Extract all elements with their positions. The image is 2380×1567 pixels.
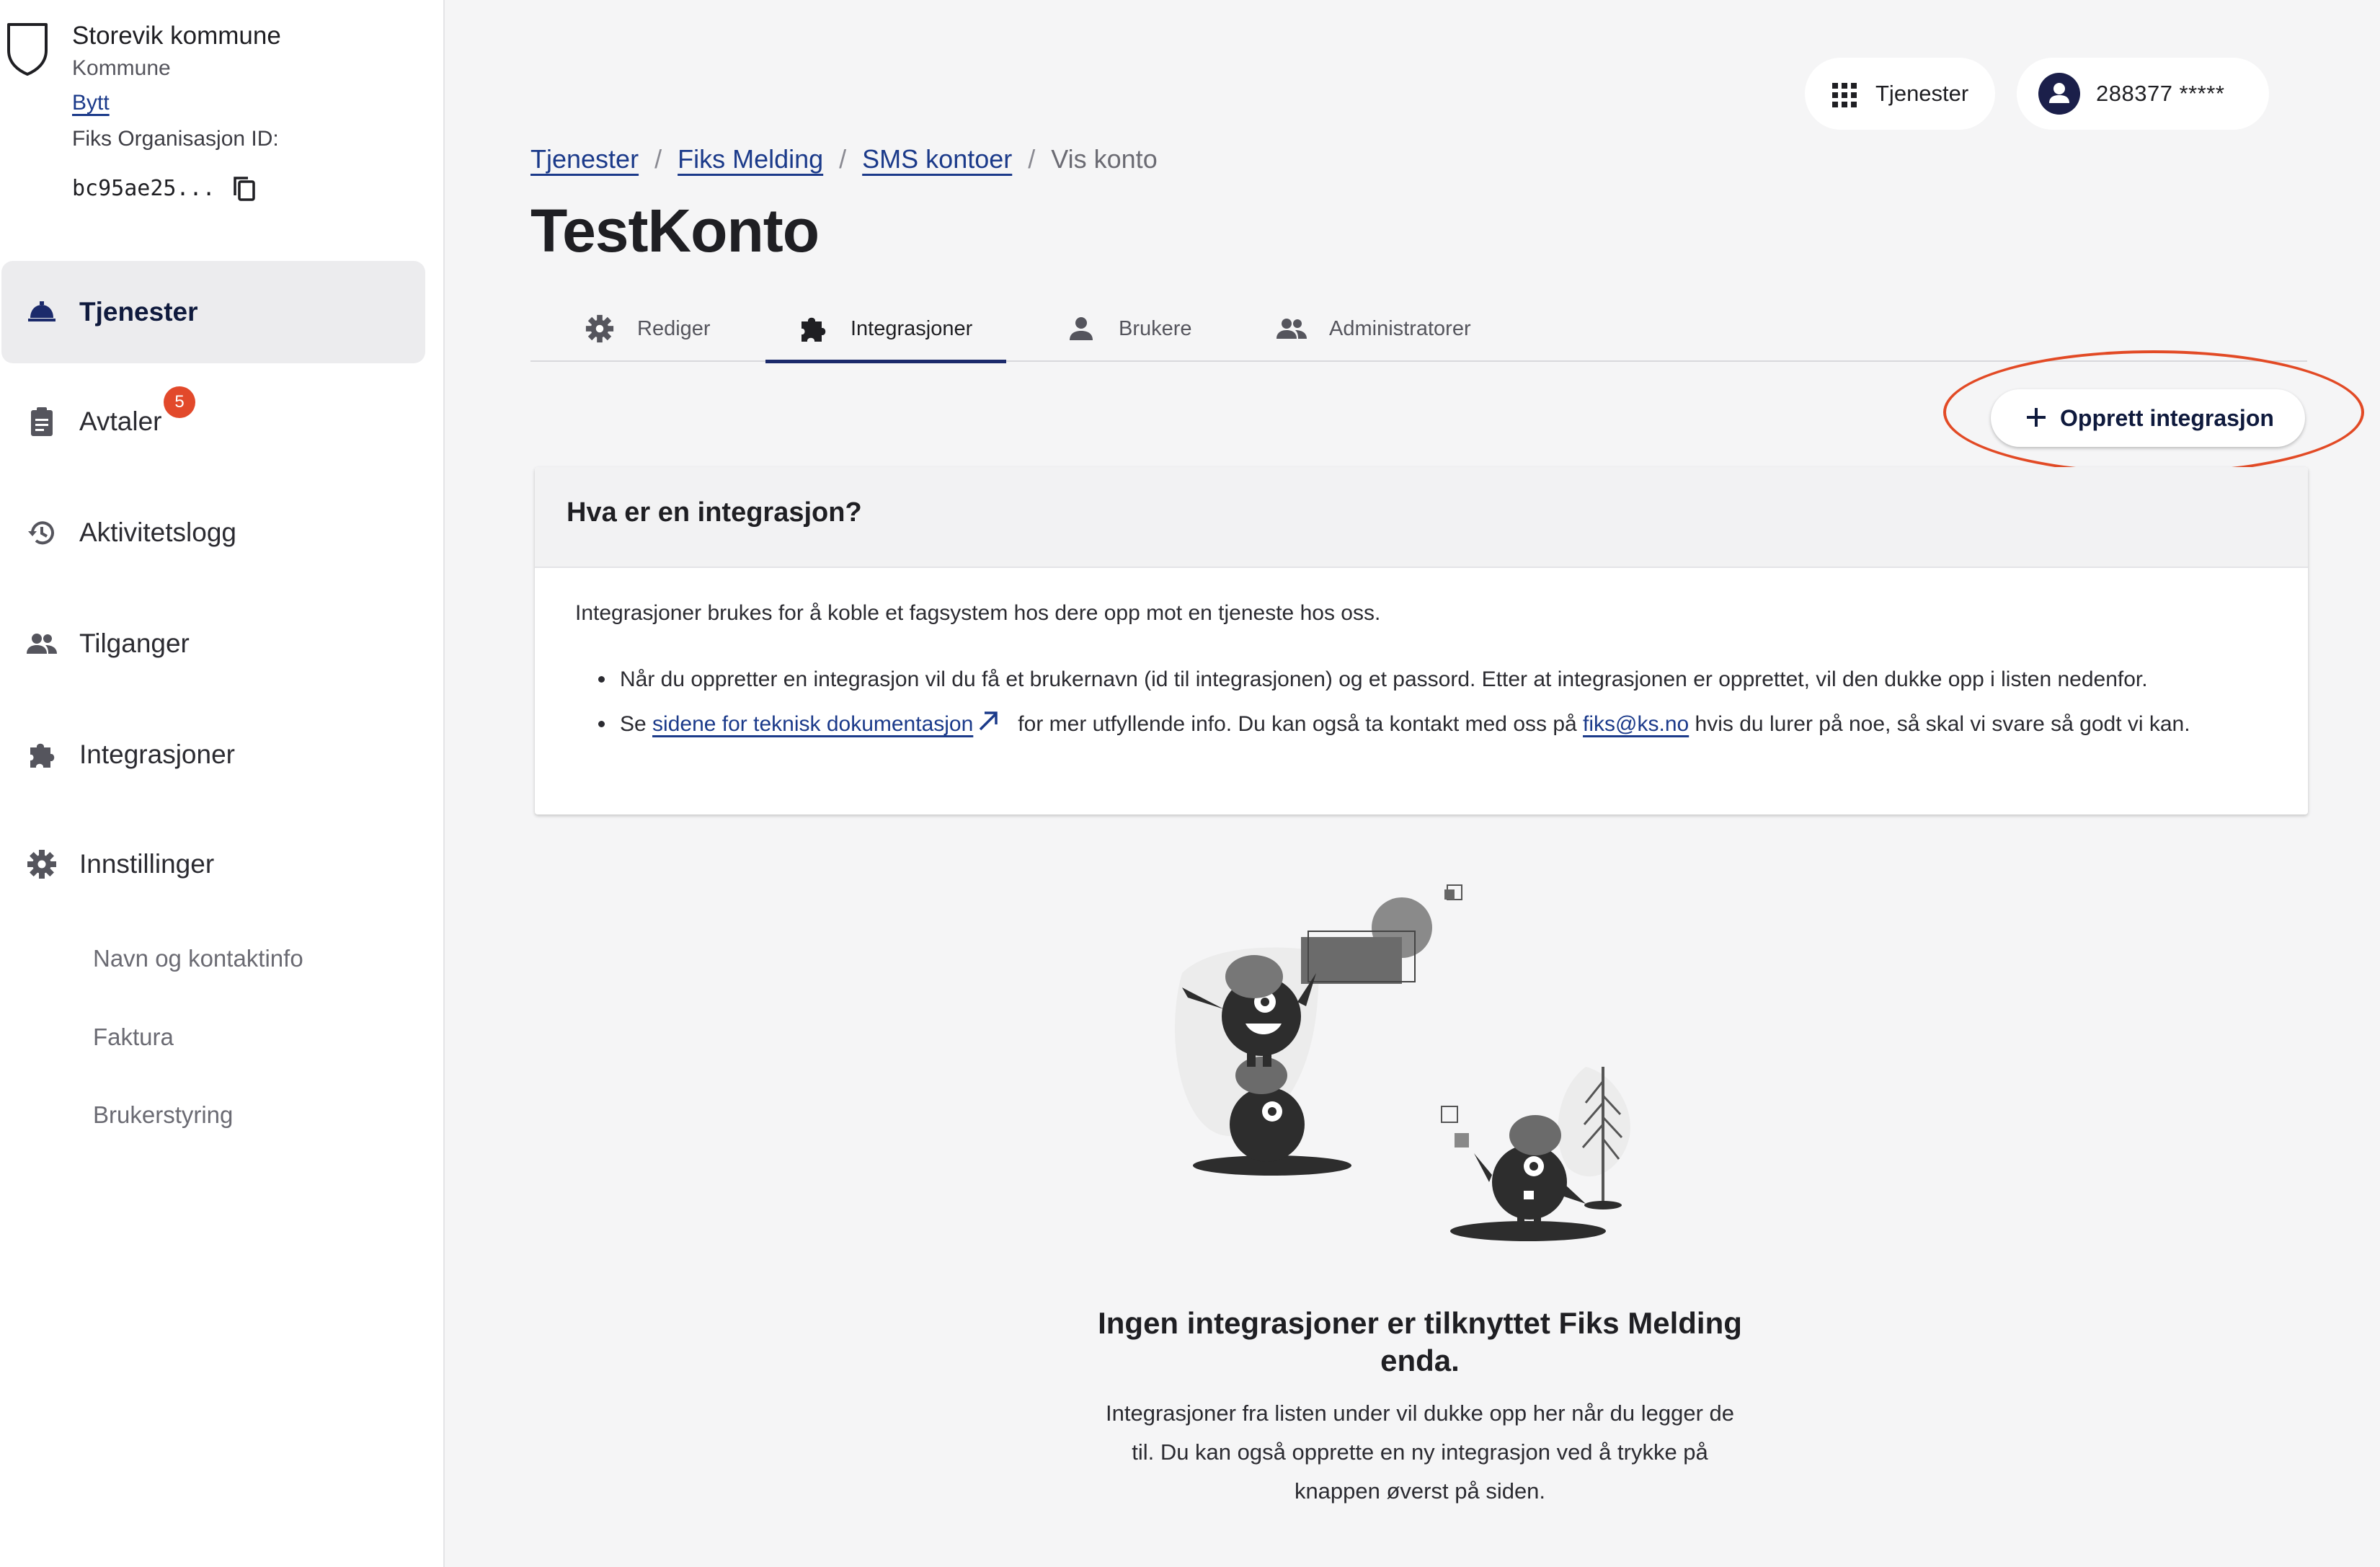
- sidebar-item-label: Tjenester: [79, 297, 198, 327]
- avatar-icon: [2038, 73, 2080, 115]
- breadcrumb-current: Vis konto: [1051, 144, 1158, 174]
- bullet-dot: [598, 676, 605, 683]
- email-link[interactable]: fiks@ks.no: [1583, 712, 1689, 736]
- breadcrumb-link-fiks-melding[interactable]: Fiks Melding: [678, 144, 823, 174]
- services-menu-button[interactable]: Tjenester: [1805, 58, 1995, 130]
- empty-state-illustration: [1175, 884, 1630, 1241]
- breadcrumb-separator: /: [1028, 144, 1036, 174]
- info-card: Hva er en integrasjon? Integrasjoner bru…: [535, 467, 2308, 814]
- sidebar-item-label: Integrasjoner: [79, 740, 235, 769]
- service-bell-icon: [26, 296, 58, 328]
- sidebar-item-tilganger[interactable]: Tilganger: [1, 592, 425, 695]
- sidebar: Storevik kommune Kommune Bytt Fiks Organ…: [0, 0, 445, 1567]
- tab-label: Integrasjoner: [851, 316, 973, 340]
- sidebar-item-label: Innstillinger: [79, 849, 215, 879]
- tab-label: Rediger: [637, 316, 711, 340]
- empty-state-text: Integrasjoner fra listen under vil dukke…: [1106, 1400, 1734, 1504]
- sidebar-item-avtaler[interactable]: Avtaler: [1, 370, 425, 473]
- sidebar-subitem-navn-og-kontaktinfo[interactable]: Navn og kontaktinfo: [93, 945, 303, 972]
- sidebar-subitem-brukerstyring[interactable]: Brukerstyring: [93, 1101, 233, 1129]
- org-name: Storevik kommune: [72, 22, 281, 50]
- copy-icon[interactable]: [232, 175, 258, 204]
- sidebar-item-label: Tilganger: [79, 629, 190, 658]
- sidebar-item-integrasjoner[interactable]: Integrasjoner: [1, 703, 425, 806]
- puzzle-icon: [797, 313, 829, 345]
- shield-icon: [7, 23, 48, 76]
- user-id-label: 288377 *****: [2096, 81, 2225, 106]
- sidebar-item-label: Avtaler: [79, 407, 162, 436]
- tech-docs-link[interactable]: sidene for teknisk dokumentasjon: [652, 712, 973, 736]
- notification-badge: 5: [164, 386, 195, 418]
- people-icon: [1276, 313, 1307, 345]
- sidebar-item-innstillinger[interactable]: Innstillinger: [1, 813, 425, 915]
- tab-label: Brukere: [1119, 316, 1192, 340]
- history-icon: [26, 517, 58, 549]
- bullet-suffix: hvis du lurer på noe, så skal vi svare s…: [1689, 712, 2190, 736]
- page-title: TestKonto: [530, 197, 820, 265]
- gear-icon: [26, 848, 58, 880]
- breadcrumb-separator: /: [839, 144, 847, 174]
- org-type: Kommune: [72, 56, 171, 80]
- tab-label: Administratorer: [1329, 316, 1471, 340]
- tab-rediger[interactable]: Rediger: [584, 296, 711, 362]
- breadcrumb-link-tjenester[interactable]: Tjenester: [530, 144, 639, 174]
- breadcrumb: Tjenester / Fiks Melding / SMS kontoer /…: [530, 144, 1158, 174]
- info-card-header: Hva er en integrasjon?: [535, 467, 2308, 568]
- sidebar-item-aktivitetslogg[interactable]: Aktivitetslogg: [1, 481, 425, 584]
- breadcrumb-separator: /: [654, 144, 662, 174]
- org-panel: Storevik kommune Kommune Bytt Fiks Organ…: [0, 0, 445, 238]
- external-link-icon[interactable]: [976, 708, 1000, 732]
- tab-administratorer[interactable]: Administratorer: [1276, 296, 1471, 362]
- breadcrumb-link-sms-kontoer[interactable]: SMS kontoer: [862, 144, 1012, 174]
- info-bullet-text: Se sidene for teknisk dokumentasjon for m…: [620, 705, 2278, 744]
- sidebar-subitem-faktura[interactable]: Faktura: [93, 1024, 174, 1051]
- puzzle-icon: [26, 739, 58, 771]
- info-card-title: Hva er en integrasjon?: [567, 497, 862, 528]
- sidebar-item-tjenester[interactable]: Tjenester: [1, 261, 425, 363]
- services-menu-label: Tjenester: [1875, 81, 1969, 106]
- tab-bar: Rediger Integrasjoner Brukere Administra…: [530, 296, 2307, 363]
- bullet-prefix: Se: [620, 712, 653, 736]
- people-icon: [26, 628, 58, 660]
- user-menu-button[interactable]: 288377 *****: [2017, 58, 2269, 130]
- clipboard-icon: [26, 406, 58, 438]
- bullet-middle: for mer utfyllende info. Du kan også ta …: [1018, 712, 1584, 736]
- org-switch-link[interactable]: Bytt: [72, 91, 110, 115]
- create-integration-label: Opprett integrasjon: [2060, 404, 2274, 431]
- info-card-intro: Integrasjoner brukes for å koble et fags…: [575, 601, 1381, 625]
- info-bullet-text: Når du oppretter en integrasjon vil du f…: [620, 667, 2148, 691]
- tab-brukere[interactable]: Brukere: [1065, 296, 1192, 362]
- app-grid-icon: [1832, 83, 1857, 107]
- org-id-label: Fiks Organisasjon ID:: [72, 127, 279, 151]
- empty-state-title: Ingen integrasjoner er tilknyttet Fiks M…: [1098, 1306, 1742, 1377]
- org-id-value: bc95ae25...: [72, 176, 216, 201]
- create-integration-button[interactable]: Opprett integrasjon: [1991, 389, 2305, 447]
- sidebar-item-label: Aktivitetslogg: [79, 518, 236, 547]
- bullet-dot: [598, 721, 605, 727]
- person-icon: [1065, 313, 1097, 345]
- gear-icon: [584, 313, 616, 345]
- plus-icon: [2027, 408, 2046, 427]
- tab-integrasjoner[interactable]: Integrasjoner: [765, 296, 1007, 363]
